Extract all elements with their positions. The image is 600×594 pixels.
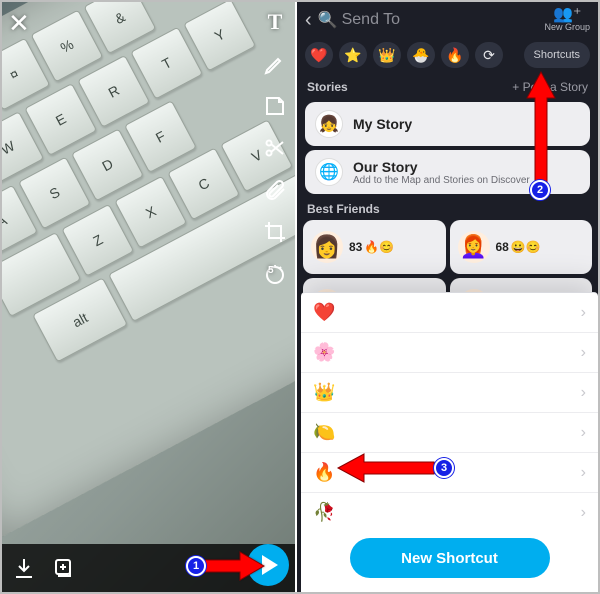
step-badge-2: 2 [530, 180, 550, 200]
chip-crown[interactable]: 👑 [373, 42, 401, 68]
chip-refresh[interactable]: ⟳ [475, 42, 503, 68]
shortcut-row-heart[interactable]: ❤️ › [301, 293, 598, 333]
scissors-tool-icon[interactable] [261, 134, 289, 162]
pencil-tool-icon[interactable] [261, 50, 289, 78]
new-shortcut-button[interactable]: New Shortcut [350, 538, 550, 578]
close-icon[interactable]: ✕ [8, 8, 30, 39]
avatar: 🌐 [315, 158, 343, 186]
story-subtitle: Add to the Map and Stories on Discover [353, 175, 530, 186]
add-story-icon[interactable] [52, 556, 76, 580]
story-title: Our Story [353, 159, 530, 175]
captured-photo: @ # ¤ % & Q W E R T Y A S D F [2, 2, 297, 537]
shortcut-picker-sheet: ❤️ › 🌸 › 👑 › 🍋 › 🔥 › [301, 292, 598, 592]
sticker-tool-icon[interactable] [261, 92, 289, 120]
step-badge-1: 1 [186, 556, 206, 576]
shortcut-row-blossom[interactable]: 🌸 › [301, 333, 598, 373]
shortcut-emoji: 🥀 [313, 502, 335, 523]
best-friend-card[interactable]: 👩‍🦰 68😀😊 [450, 220, 593, 274]
shortcut-emoji: 🔥 [313, 462, 335, 483]
shortcut-emoji: 🌸 [313, 342, 335, 363]
story-title: My Story [353, 116, 412, 132]
best-friend-card[interactable]: 👩 83🔥😊 [303, 220, 446, 274]
avatar: 👩‍🦰 [458, 231, 490, 263]
annotation-arrow-2 [523, 68, 559, 193]
chevron-right-icon: › [581, 304, 586, 322]
save-icon[interactable] [12, 556, 36, 580]
search-placeholder: Send To [342, 11, 400, 29]
shortcut-row-rose[interactable]: 🥀 › [301, 493, 598, 530]
chip-chick[interactable]: 🐣 [407, 42, 435, 68]
snap-editor-screen: @ # ¤ % & Q W E R T Y A S D F [2, 2, 297, 592]
new-shortcut-label: New Shortcut [401, 550, 498, 567]
chip-star[interactable]: ⭐ [339, 42, 367, 68]
shortcut-row-crown[interactable]: 👑 › [301, 373, 598, 413]
timer-value: 5 [268, 265, 274, 276]
crop-tool-icon[interactable] [261, 218, 289, 246]
shortcut-emoji: ❤️ [313, 302, 335, 323]
send-to-search[interactable]: 🔍 Send To [318, 10, 539, 30]
new-group-icon: 👥⁺ [553, 8, 581, 22]
chevron-right-icon: › [581, 504, 586, 522]
best-friends-section-label: Best Friends [307, 202, 380, 216]
avatar: 👩 [311, 231, 343, 263]
shortcuts-chip[interactable]: Shortcuts [524, 42, 590, 68]
stories-section-label: Stories [307, 80, 348, 94]
chip-heart[interactable]: ❤️ [305, 42, 333, 68]
chevron-right-icon: › [581, 424, 586, 442]
step-badge-3: 3 [434, 458, 454, 478]
new-group-button[interactable]: 👥⁺ New Group [544, 8, 590, 32]
chevron-right-icon: › [581, 384, 586, 402]
search-icon: 🔍 [318, 10, 338, 30]
shortcut-emoji: 👑 [313, 382, 335, 403]
annotation-arrow-1 [200, 548, 270, 589]
chevron-right-icon: › [581, 464, 586, 482]
annotation-arrow-3 [334, 450, 440, 491]
new-group-label: New Group [544, 22, 590, 32]
paperclip-tool-icon[interactable] [261, 176, 289, 204]
back-button-icon[interactable]: ‹ [305, 9, 312, 32]
chip-fire[interactable]: 🔥 [441, 42, 469, 68]
timer-tool-icon[interactable]: 5 [261, 260, 289, 288]
avatar: 👧 [315, 110, 343, 138]
shortcut-emoji: 🍋 [313, 422, 335, 443]
text-tool-icon[interactable]: T [261, 8, 289, 36]
chevron-right-icon: › [581, 344, 586, 362]
shortcut-row-lemon[interactable]: 🍋 › [301, 413, 598, 453]
